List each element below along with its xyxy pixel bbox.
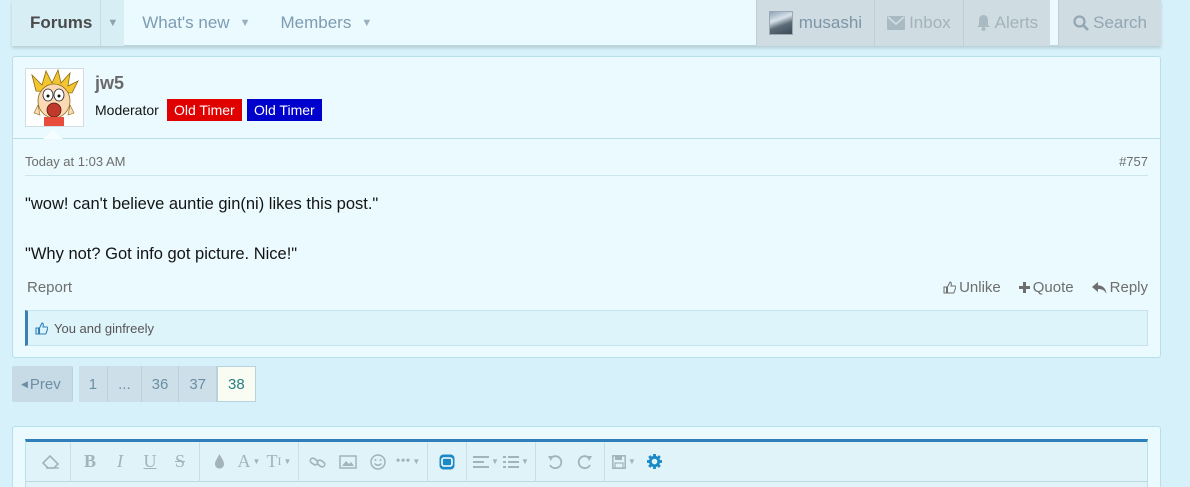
text-color-icon[interactable] xyxy=(204,447,234,477)
toolbar-group: ••• ▼ xyxy=(299,441,428,482)
more-options-icon[interactable]: ••• ▼ xyxy=(393,447,423,477)
report-link[interactable]: Report xyxy=(27,279,72,296)
font-size-icon[interactable]: T I ▼ xyxy=(264,447,294,477)
page-current[interactable]: 38 xyxy=(217,366,256,402)
unlike-button[interactable]: Unlike xyxy=(943,279,1001,296)
top-navigation: Forums ▼ What's new ▼ Members ▼ musashi … xyxy=(12,0,1161,46)
nav-tabs: Forums ▼ What's new ▼ Members ▼ xyxy=(12,0,384,46)
avatar-pointer xyxy=(43,130,63,139)
user-title: Moderator xyxy=(95,102,159,118)
smiley-icon[interactable] xyxy=(363,447,393,477)
tab-members-label: Members xyxy=(280,13,352,32)
search-icon xyxy=(1073,15,1090,31)
envelope-icon xyxy=(887,16,906,30)
avatar xyxy=(768,11,793,35)
quote-button[interactable]: Quote xyxy=(1018,279,1074,296)
prev-label: Prev xyxy=(29,375,61,393)
post-message: "wow! can't believe auntie gin(ni) likes… xyxy=(25,192,1125,267)
bell-icon xyxy=(976,15,990,31)
chevron-down-icon[interactable]: ▼ xyxy=(361,17,372,29)
thumbs-up-icon xyxy=(35,321,48,335)
link-icon[interactable] xyxy=(303,447,333,477)
strikethrough-icon[interactable]: S xyxy=(165,447,195,477)
tab-whats-new-label: What's new xyxy=(142,13,230,32)
account-navigation: musashi Inbox Alerts Search xyxy=(755,0,1161,46)
user-avatar[interactable] xyxy=(25,68,84,127)
post-number[interactable]: #757 xyxy=(1119,154,1148,169)
tab-members[interactable]: Members ▼ xyxy=(262,0,384,46)
user-banner-red: Old Timer xyxy=(167,99,242,121)
toolbar-group: B I U S xyxy=(71,441,200,482)
editor-toolbar: B I U S A ▼ T I ▼ ••• ▼ ▼ ▼ ▼ xyxy=(26,441,1147,482)
forum-post: jw5 Moderator Old Timer Old Timer Today … xyxy=(12,56,1161,358)
font-family-icon[interactable]: A ▼ xyxy=(234,447,264,477)
chevron-down-icon[interactable]: ▼ xyxy=(240,17,251,29)
toolbar-group xyxy=(32,441,71,482)
image-icon[interactable] xyxy=(333,447,363,477)
pagination: ◀ Prev 1 ... 36 37 38 xyxy=(12,366,256,402)
account-menu[interactable]: musashi xyxy=(755,0,875,46)
undo-icon[interactable] xyxy=(540,447,570,477)
bold-icon[interactable]: B xyxy=(75,447,105,477)
media-embed-icon[interactable] xyxy=(432,447,462,477)
post-timestamp[interactable]: Today at 1:03 AM xyxy=(25,154,125,169)
account-username: musashi xyxy=(798,13,863,32)
inbox-label: Inbox xyxy=(909,13,951,32)
chevron-left-icon: ◀ xyxy=(21,378,28,389)
align-icon[interactable]: ▼ xyxy=(471,447,501,477)
page-link[interactable]: 37 xyxy=(179,366,217,402)
unlike-label: Unlike xyxy=(959,279,1001,296)
redo-icon[interactable] xyxy=(570,447,600,477)
chevron-down-icon[interactable]: ▼ xyxy=(100,0,124,46)
tab-forums[interactable]: Forums ▼ xyxy=(12,0,125,46)
post-controls: Unlike Quote Reply xyxy=(943,279,1148,296)
likes-summary: You and ginfreely xyxy=(25,310,1148,346)
toolbar-group xyxy=(428,441,467,482)
gear-icon[interactable] xyxy=(639,447,669,477)
eraser-icon[interactable] xyxy=(36,447,66,477)
quote-label: Quote xyxy=(1032,279,1074,296)
search-button[interactable]: Search xyxy=(1058,0,1161,46)
prev-page-button[interactable]: ◀ Prev xyxy=(12,366,73,402)
likes-text[interactable]: You and ginfreely xyxy=(54,321,154,336)
message-line: "wow! can't believe auntie gin(ni) likes… xyxy=(25,195,379,213)
rich-text-editor: B I U S A ▼ T I ▼ ••• ▼ ▼ ▼ ▼ xyxy=(25,439,1148,487)
inbox-button[interactable]: Inbox xyxy=(874,0,963,46)
plus-icon xyxy=(1018,282,1030,293)
tab-forums-label: Forums xyxy=(30,13,93,32)
post-author-block: jw5 Moderator Old Timer Old Timer xyxy=(13,57,1160,139)
message-line: "Why not? Got info got picture. Nice!" xyxy=(25,245,298,263)
search-label: Search xyxy=(1093,13,1147,32)
tab-whats-new[interactable]: What's new ▼ xyxy=(124,0,262,46)
italic-icon[interactable]: I xyxy=(105,447,135,477)
page-link[interactable]: 36 xyxy=(141,366,180,402)
toolbar-group: ▼ xyxy=(605,442,673,482)
reply-label: Reply xyxy=(1109,279,1148,296)
alerts-label: Alerts xyxy=(994,13,1039,32)
toolbar-group: ▼ ▼ xyxy=(467,441,536,482)
toolbar-group: A ▼ T I ▼ xyxy=(200,441,299,482)
thumbs-up-icon xyxy=(943,281,957,294)
page-link[interactable]: 1 xyxy=(78,366,109,402)
cartoon-avatar-icon xyxy=(26,68,83,126)
post-username[interactable]: jw5 xyxy=(95,73,124,94)
alerts-button[interactable]: Alerts xyxy=(962,0,1051,46)
quick-reply: B I U S A ▼ T I ▼ ••• ▼ ▼ ▼ ▼ xyxy=(12,426,1161,487)
reply-arrow-icon xyxy=(1091,281,1107,294)
underline-icon[interactable]: U xyxy=(135,447,165,477)
reply-button[interactable]: Reply xyxy=(1091,279,1148,296)
post-meta: Today at 1:03 AM #757 xyxy=(25,154,1148,176)
page-ellipsis[interactable]: ... xyxy=(108,366,142,402)
user-banner-blue: Old Timer xyxy=(247,99,322,121)
save-draft-icon[interactable]: ▼ xyxy=(609,447,639,477)
list-icon[interactable]: ▼ xyxy=(501,447,531,477)
toolbar-group xyxy=(536,441,605,482)
